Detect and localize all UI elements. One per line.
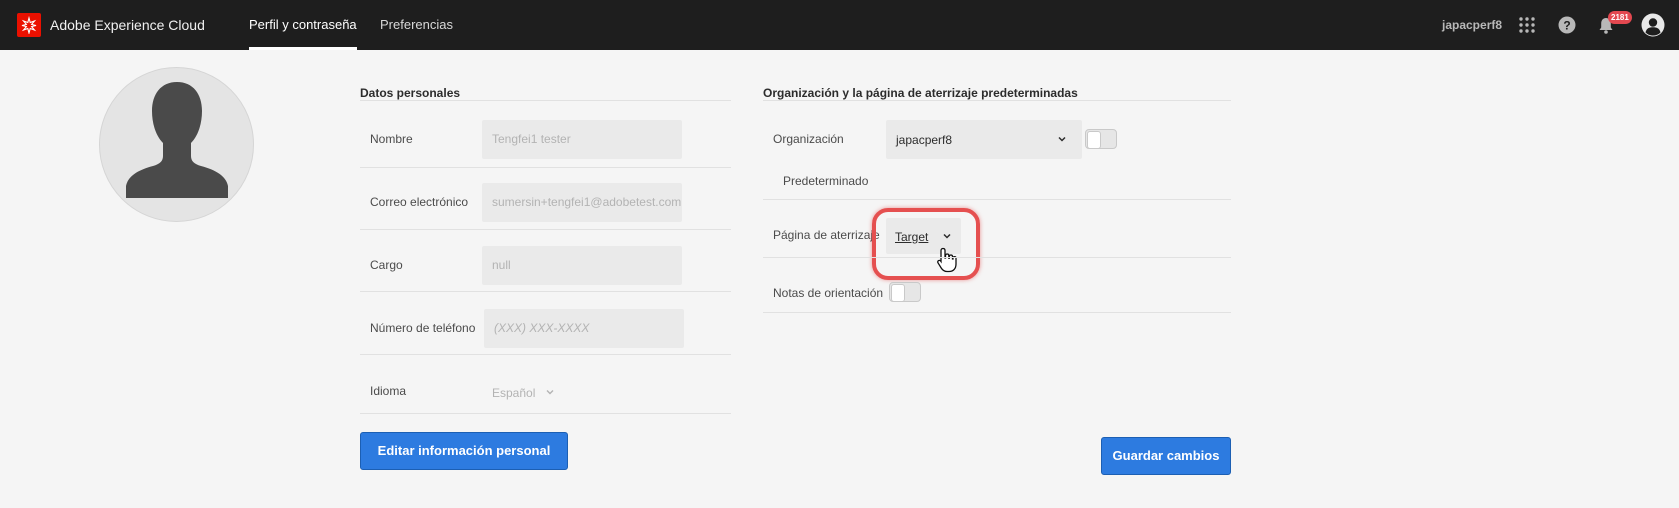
tab-preferences[interactable]: Preferencias [380,0,453,50]
svg-text:?: ? [1563,19,1570,33]
org-switcher[interactable]: japacperf8 [1442,18,1502,32]
chevron-down-icon [1058,136,1066,142]
tab-profile-password[interactable]: Perfil y contraseña [249,0,357,50]
phone-label: Número de teléfono [370,321,476,335]
default-org-toggle[interactable] [1085,129,1117,149]
adobe-logo-icon[interactable] [17,13,41,37]
landing-page-label: Página de aterrizaje [773,228,880,242]
help-icon[interactable]: ? [1557,15,1577,35]
divider [763,100,1231,101]
divider [360,167,731,168]
divider [360,229,731,230]
divider [360,100,731,101]
organization-label: Organización [773,132,844,146]
divider [360,291,731,292]
organization-select[interactable]: japacperf8 [886,120,1082,159]
language-select-value: Español [492,386,536,400]
apps-grid-icon[interactable] [1517,15,1537,35]
default-label: Predeterminado [783,174,869,188]
landing-page-select-value: Target [895,230,929,244]
phone-field[interactable]: (XXX) XXX-XXXX [484,309,684,348]
app-title[interactable]: Adobe Experience Cloud [50,17,205,33]
email-label: Correo electrónico [370,195,469,209]
language-label: Idioma [370,384,407,398]
landing-page-select[interactable]: Target [886,218,961,254]
personal-data-title: Datos personales [360,86,461,100]
divider [763,199,1231,200]
guidance-notes-toggle[interactable] [889,282,921,302]
divider [360,354,731,355]
user-avatar-icon[interactable] [1641,13,1665,37]
name-field[interactable]: Tengfei1 tester [482,120,682,159]
top-nav-bar: Adobe Experience Cloud Perfil y contrase… [0,0,1679,50]
divider [763,312,1231,313]
name-label: Nombre [370,132,413,146]
notification-badge: 2181 [1608,11,1632,24]
email-field[interactable]: sumersin+tengfei1@adobetest.com [482,183,682,222]
divider [360,413,731,414]
job-title-field[interactable]: null [482,246,682,285]
divider [763,257,1231,258]
save-changes-button[interactable]: Guardar cambios [1101,437,1231,475]
organization-select-value: japacperf8 [896,133,953,147]
language-select[interactable]: Español [482,375,562,409]
job-title-label: Cargo [370,258,403,272]
profile-avatar[interactable] [99,67,254,222]
org-section-title: Organización y la página de aterrizaje p… [763,86,1078,100]
chevron-down-icon [546,390,554,395]
person-silhouette-icon [126,82,228,198]
chevron-down-icon [943,233,951,239]
edit-personal-info-button[interactable]: Editar información personal [360,432,568,470]
guidance-notes-label: Notas de orientación [773,286,884,300]
